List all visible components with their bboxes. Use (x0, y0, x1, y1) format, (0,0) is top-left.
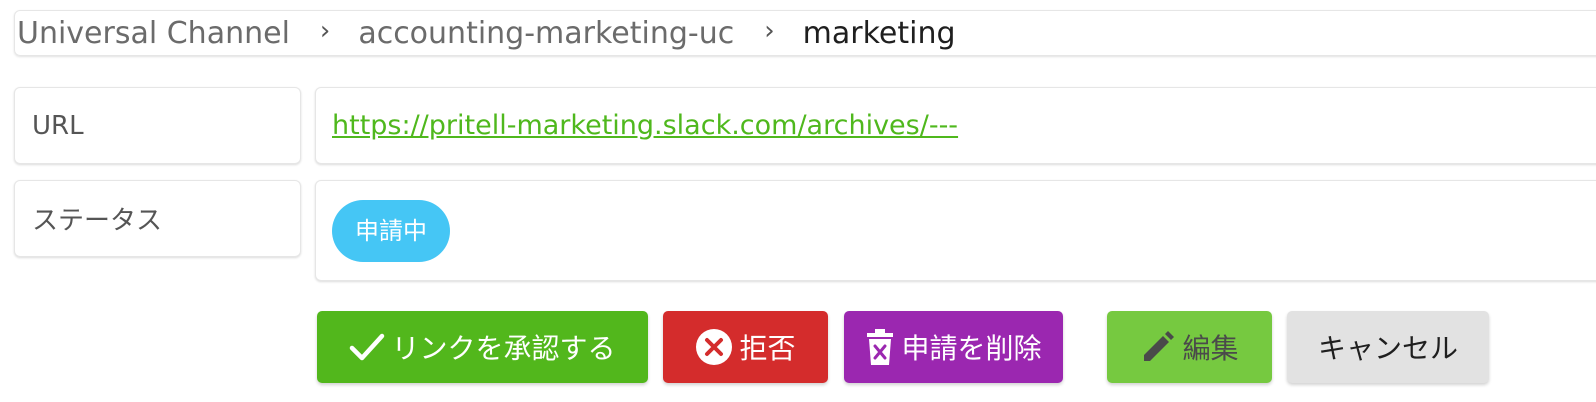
check-icon (349, 331, 385, 363)
chevron-right-icon: › (764, 16, 775, 46)
breadcrumb-item-universal-channel[interactable]: Universal Channel (17, 16, 290, 51)
breadcrumb-item-workspace[interactable]: accounting-marketing-uc (358, 16, 734, 51)
close-circle-icon (695, 328, 733, 366)
cancel-button[interactable]: キャンセル (1287, 311, 1489, 383)
delete-request-label: 申請を削除 (901, 332, 1042, 365)
cancel-label: キャンセル (1317, 332, 1458, 365)
url-value-field: https://pritell-marketing.slack.com/arch… (315, 87, 1596, 164)
url-link[interactable]: https://pritell-marketing.slack.com/arch… (332, 110, 958, 141)
breadcrumb-item-current: marketing (802, 15, 956, 51)
trash-icon (865, 328, 895, 366)
url-label-text: URL (32, 110, 84, 141)
url-label: URL (14, 87, 301, 164)
breadcrumb: Universal Channel › accounting-marketing… (14, 10, 1596, 56)
status-value-field: 申請中 (315, 180, 1596, 281)
delete-request-button[interactable]: 申請を削除 (844, 311, 1063, 383)
reject-label: 拒否 (739, 332, 796, 365)
status-label: ステータス (14, 180, 301, 257)
chevron-right-icon: › (319, 16, 331, 46)
edit-button[interactable]: 編集 (1107, 311, 1272, 383)
pencil-icon (1140, 329, 1176, 365)
edit-label: 編集 (1182, 332, 1239, 365)
status-label-text: ステータス (32, 206, 163, 236)
approve-link-label: リンクを承認する (391, 332, 616, 365)
status-badge: 申請中 (332, 199, 450, 262)
reject-button[interactable]: 拒否 (663, 311, 828, 383)
approve-link-button[interactable]: リンクを承認する (317, 311, 648, 383)
